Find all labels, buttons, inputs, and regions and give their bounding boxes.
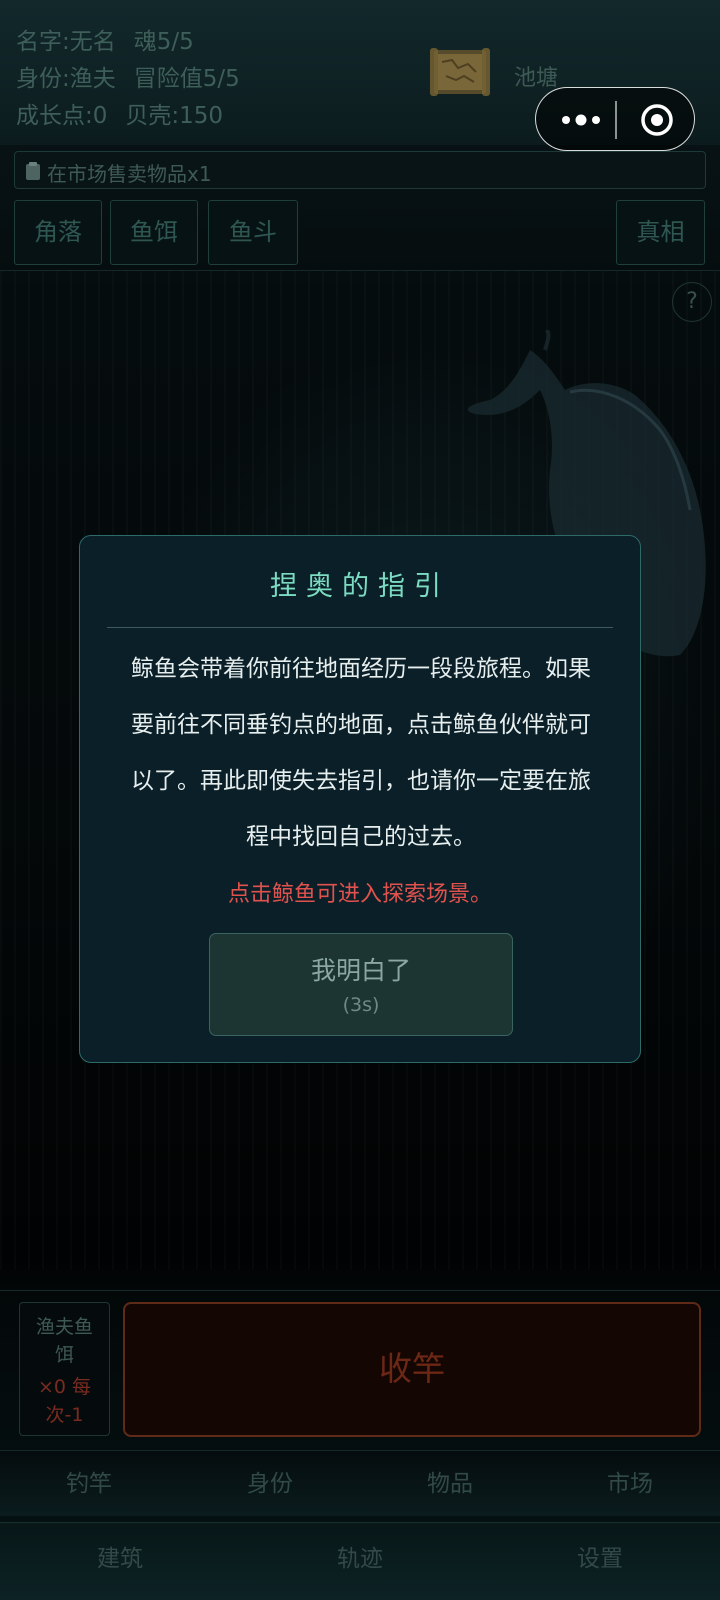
bait-stock: ×0 每 次-1 bbox=[20, 1373, 109, 1429]
help-button[interactable]: ? bbox=[672, 282, 712, 322]
map-scroll-icon[interactable] bbox=[428, 46, 492, 98]
tab-corner[interactable]: 角落 bbox=[14, 200, 102, 265]
confirm-button[interactable]: 我明白了 (3s) bbox=[209, 933, 513, 1036]
dialog-body: 鲸鱼会带着你前往地面经历一段段旅程。如果 要前往不同垂钓点的地面，点击鲸鱼伙伴就… bbox=[112, 641, 610, 865]
countdown-label: (3s) bbox=[342, 994, 380, 1016]
clipboard-icon bbox=[25, 161, 41, 186]
bait-name: 渔夫鱼 饵 bbox=[20, 1313, 109, 1369]
nav-identity[interactable]: 身份 bbox=[210, 1451, 330, 1517]
dialog-body-line: 要前往不同垂钓点的地面，点击鲸鱼伙伴就可 bbox=[131, 712, 591, 738]
dialog-body-line: 程中找回自己的过去。 bbox=[246, 824, 476, 850]
bottom-nav-row-1: 钓竿 身份 物品 市场 bbox=[0, 1450, 720, 1516]
dialog-body-line: 鲸鱼会带着你前往地面经历一段段旅程。如果 bbox=[131, 656, 591, 682]
tab-bait[interactable]: 鱼饵 bbox=[110, 200, 198, 265]
close-miniprogram-icon[interactable] bbox=[639, 102, 675, 138]
nav-market[interactable]: 市场 bbox=[570, 1451, 690, 1517]
status-line-1: 名字:无名 魂5/5 bbox=[16, 22, 212, 56]
dialog-divider bbox=[107, 627, 613, 628]
dialog-body-line: 以了。再此即使失去指引，也请你一定要在旅 bbox=[131, 768, 591, 794]
status-line-3: 成长点:0 贝壳:150 bbox=[16, 96, 241, 130]
capsule-divider bbox=[615, 101, 617, 139]
nav-items[interactable]: 物品 bbox=[390, 1451, 510, 1517]
divider bbox=[0, 270, 720, 271]
tab-fish-bucket[interactable]: 鱼斗 bbox=[208, 200, 298, 265]
guide-dialog: 捏奥的指引 鲸鱼会带着你前往地面经历一段段旅程。如果 要前往不同垂钓点的地面，点… bbox=[79, 535, 641, 1063]
dialog-hint: 点击鲸鱼可进入探索场景。 bbox=[227, 882, 492, 907]
more-icon[interactable] bbox=[556, 106, 606, 134]
nav-settings[interactable]: 设置 bbox=[540, 1523, 660, 1595]
location-name: 池塘 bbox=[514, 66, 559, 91]
nav-fishing-rod[interactable]: 钓竿 bbox=[29, 1451, 149, 1517]
dialog-title: 捏奥的指引 bbox=[270, 571, 450, 602]
identity-value: 身份:渔夫 bbox=[16, 66, 116, 92]
player-name: 名字:无名 bbox=[16, 29, 116, 55]
growth-value: 成长点:0 bbox=[16, 103, 108, 129]
confirm-label: 我明白了 bbox=[310, 956, 411, 985]
nav-buildings[interactable]: 建筑 bbox=[60, 1523, 180, 1595]
shell-value: 贝壳:150 bbox=[125, 103, 224, 129]
truth-button[interactable]: 真相 bbox=[616, 200, 705, 265]
bait-stock-line: ×0 每 bbox=[37, 1376, 92, 1398]
miniprogram-capsule bbox=[535, 87, 695, 151]
adventure-value: 冒险值5/5 bbox=[133, 66, 240, 92]
reel-in-button[interactable]: 收竿 bbox=[123, 1302, 701, 1437]
bait-name-line: 渔夫鱼 bbox=[35, 1316, 93, 1338]
bait-stock-line: 次-1 bbox=[45, 1404, 84, 1426]
bait-name-line: 饵 bbox=[54, 1344, 74, 1366]
task-text: 在市场售卖物品x1 bbox=[47, 162, 212, 186]
bottom-nav-row-2: 建筑 轨迹 设置 bbox=[0, 1522, 720, 1600]
divider bbox=[0, 1290, 720, 1291]
task-bar[interactable]: 在市场售卖物品x1 bbox=[14, 151, 706, 189]
soul-value: 魂5/5 bbox=[133, 29, 194, 55]
nav-trail[interactable]: 轨迹 bbox=[300, 1523, 420, 1595]
status-line-2: 身份:渔夫 冒险值5/5 bbox=[16, 59, 258, 93]
bait-selector[interactable]: 渔夫鱼 饵 ×0 每 次-1 bbox=[19, 1302, 110, 1436]
